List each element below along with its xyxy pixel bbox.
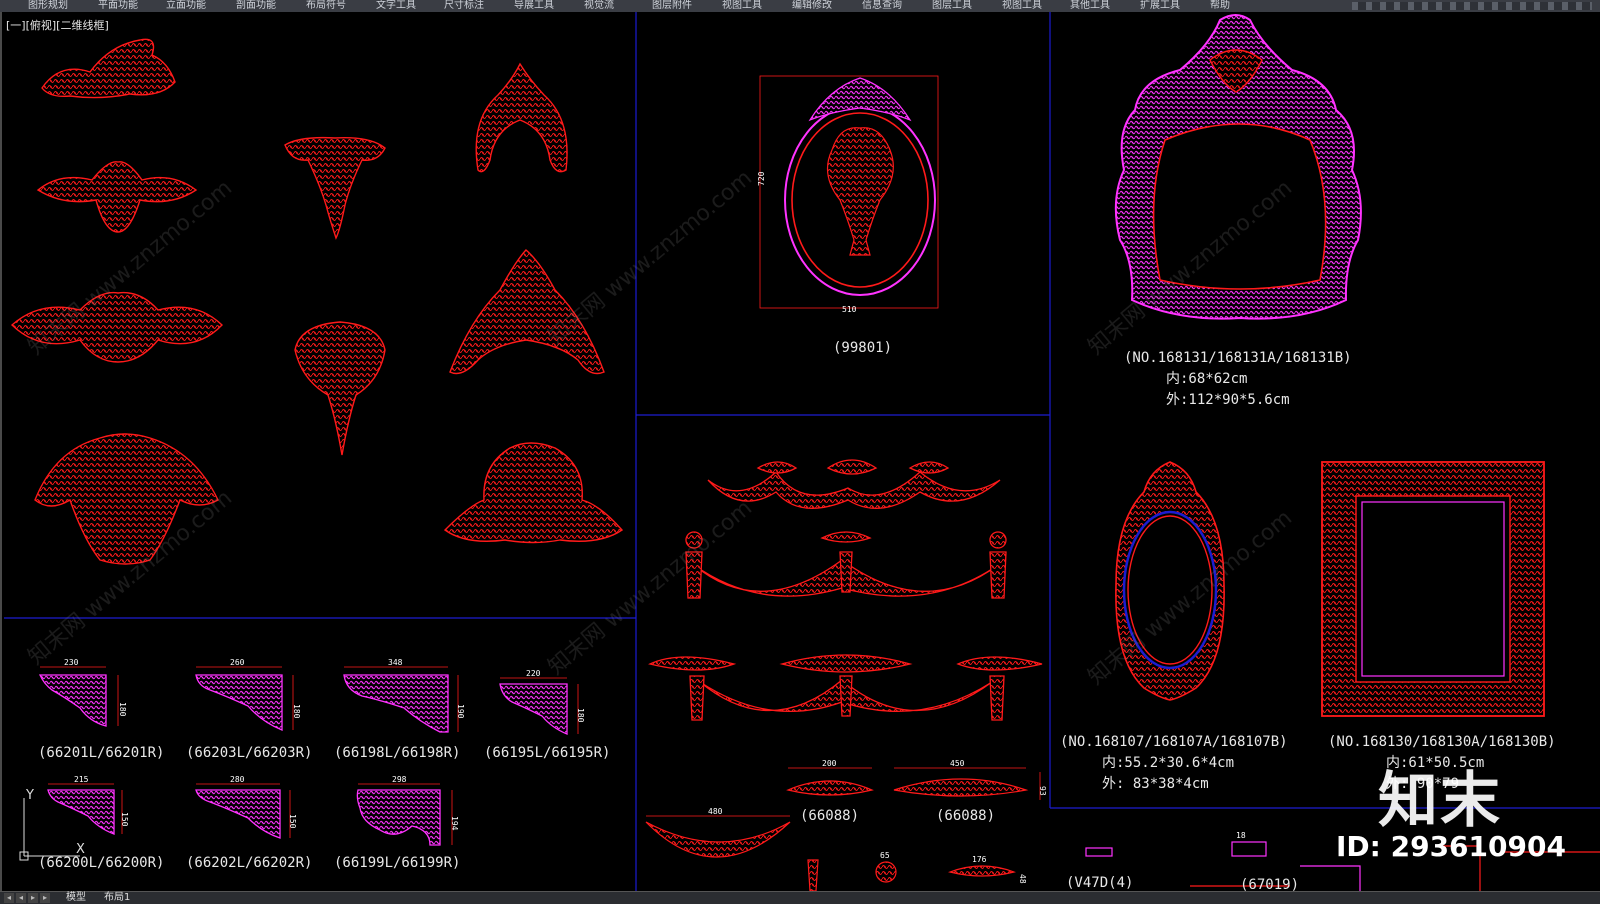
ucs-x-label: X [76, 842, 85, 857]
menu-item[interactable]: 信息查询 [862, 0, 902, 12]
label-no168130: (NO.168130/168130A/168130B) [1328, 734, 1556, 750]
menu-item[interactable]: 立面功能 [166, 0, 206, 12]
dim-720: 720 [757, 171, 766, 186]
ornament-bracket-top[interactable] [284, 136, 386, 240]
label-no168131: (NO.168131/168131A/168131B) [1124, 350, 1352, 366]
dim-510: 510 [842, 305, 857, 314]
dim-150b: 150 [288, 814, 297, 829]
dim-348: 348 [388, 658, 403, 667]
label-inner-168107: 内:55.2*30.6*4cm [1102, 755, 1234, 771]
menu-item[interactable]: 图形规划 [28, 0, 68, 12]
swag-bottom-480[interactable] [645, 815, 791, 858]
dim-180c: 180 [576, 708, 585, 723]
corner-bracket-66201[interactable] [38, 666, 119, 727]
swag-small-66088b[interactable] [893, 767, 1041, 800]
label-inner-168131: 内:68*62cm [1166, 371, 1247, 387]
menu-item[interactable]: 视图工具 [722, 0, 762, 12]
ornament-shell-large[interactable] [443, 442, 624, 544]
dim-230: 230 [64, 658, 79, 667]
dim-190: 190 [456, 704, 465, 719]
ornament-fan-small[interactable] [294, 321, 386, 456]
small-ornaments-bottom[interactable] [807, 859, 1017, 891]
dim-150a: 150 [120, 812, 129, 827]
ucs-icon: Y X [14, 788, 94, 874]
tab-prev-icon[interactable]: ◂ [16, 893, 26, 903]
dim-480: 480 [708, 807, 723, 816]
dim-93: 93 [1038, 786, 1047, 796]
menu-item[interactable]: 尺寸标注 [444, 0, 484, 12]
dim-176: 176 [972, 855, 987, 864]
dim-194: 194 [450, 816, 459, 831]
cad-drawing-canvas[interactable]: (99801) (NO.168131/168131A/168131B) 内:68… [0, 12, 1600, 891]
label-partial-right: (67019) [1240, 877, 1299, 891]
oval-plaque-99801[interactable] [759, 75, 939, 309]
label-66088a: (66088) [800, 808, 859, 824]
tab-next-icon[interactable]: ▸ [28, 893, 38, 903]
ucs-y-label: Y [26, 788, 34, 803]
menu-item[interactable]: 图层工具 [932, 0, 972, 12]
dim-200: 200 [822, 759, 837, 768]
label-66195: (66195L/66195R) [484, 745, 610, 761]
dim-180b: 180 [292, 704, 301, 719]
label-66198: (66198L/66198R) [334, 745, 460, 761]
layout-tab-bar: ◂ ◂ ▸ ▸ 模型 布局1 [0, 891, 1600, 904]
menu-item[interactable]: 帮助 [1210, 0, 1230, 12]
corner-bracket-66203[interactable] [195, 666, 294, 731]
image-id-text: ID: 293610904 [1336, 830, 1566, 863]
dim-65: 65 [880, 851, 890, 860]
menu-item[interactable]: 导展工具 [514, 0, 554, 12]
tab-layout1[interactable]: 布局1 [104, 892, 130, 904]
dim-450: 450 [950, 759, 965, 768]
tab-model[interactable]: 模型 [66, 892, 86, 904]
dim-48: 48 [1018, 874, 1027, 884]
label-outer-168131: 外:112*90*5.6cm [1166, 392, 1290, 408]
brand-logo: 知末 [1378, 766, 1502, 836]
menu-item[interactable]: 文字工具 [376, 0, 416, 12]
menu-item[interactable]: 视图工具 [1002, 0, 1042, 12]
toolbar-icon-strip[interactable] [1352, 2, 1592, 10]
dim-280: 280 [230, 775, 245, 784]
menu-item[interactable]: 编辑修改 [792, 0, 832, 12]
ornament-scroll-1[interactable] [41, 38, 176, 99]
ornament-acanthus-arch[interactable] [475, 62, 568, 173]
label-partial-left: (V47D(4) [1066, 875, 1133, 891]
menu-item[interactable]: 布局符号 [306, 0, 346, 12]
label-no168107: (NO.168107/168107A/168107B) [1060, 734, 1288, 750]
label-99801: (99801) [833, 340, 892, 356]
menu-item[interactable]: 扩展工具 [1140, 0, 1180, 12]
corner-bracket-66202[interactable] [195, 783, 291, 839]
corner-bracket-66195[interactable] [499, 677, 579, 735]
corner-bracket-66199[interactable] [356, 783, 453, 846]
menu-item[interactable]: 平面功能 [98, 0, 138, 12]
swag-small-66088a[interactable] [786, 767, 874, 796]
garland-swag-3[interactable] [648, 654, 1043, 721]
mirror-frame-168130[interactable] [1321, 461, 1545, 717]
dim-18: 18 [1236, 831, 1246, 840]
garland-swag-1[interactable] [707, 459, 1001, 509]
label-66088b: (66088) [936, 808, 995, 824]
tab-first-icon[interactable]: ◂ [4, 893, 14, 903]
label-outer-168107: 外: 83*38*4cm [1102, 776, 1209, 792]
mirror-frame-168131[interactable] [1114, 14, 1362, 320]
dim-260: 260 [230, 658, 245, 667]
label-66201: (66201L/66201R) [38, 745, 164, 761]
dim-298: 298 [392, 775, 407, 784]
dim-220: 220 [526, 669, 541, 678]
dim-215: 215 [74, 775, 89, 784]
tab-last-icon[interactable]: ▸ [40, 893, 50, 903]
menu-item[interactable]: 视觉流 [584, 0, 614, 12]
label-66199: (66199L/66199R) [334, 855, 460, 871]
garland-swag-2[interactable] [685, 531, 1007, 599]
label-66202: (66202L/66202R) [186, 855, 312, 871]
label-66203: (66203L/66203R) [186, 745, 312, 761]
corner-bracket-66198[interactable] [343, 666, 459, 733]
menu-item[interactable]: 其他工具 [1070, 0, 1110, 12]
menu-item[interactable]: 剖面功能 [236, 0, 276, 12]
menu-item[interactable]: 图层附件 [652, 0, 692, 12]
dim-180a: 180 [118, 702, 127, 717]
